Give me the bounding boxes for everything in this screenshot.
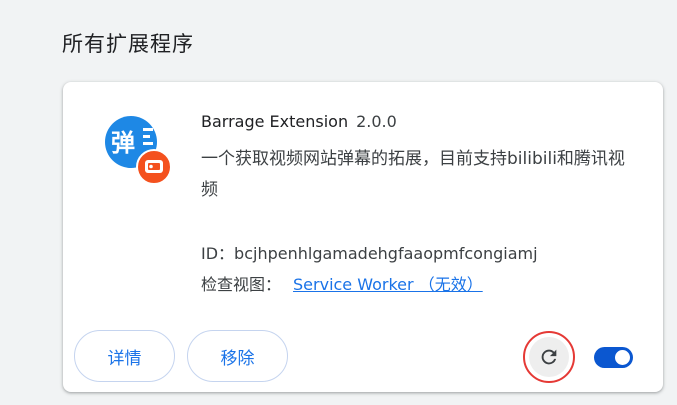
extension-version: 2.0.0 bbox=[356, 112, 397, 131]
reload-icon bbox=[541, 349, 557, 365]
service-worker-link[interactable]: Service Worker （无效） bbox=[293, 275, 483, 294]
extension-id-label: ID： bbox=[201, 244, 235, 263]
extension-name: Barrage Extension bbox=[201, 112, 349, 131]
reload-button[interactable] bbox=[529, 337, 569, 377]
extension-name-row: Barrage Extension 2.0.0 bbox=[201, 112, 397, 131]
reload-highlight bbox=[523, 331, 575, 383]
inspect-views-row: 检查视图： Service Worker （无效） bbox=[201, 271, 483, 295]
details-button[interactable]: 详情 bbox=[74, 330, 175, 382]
remove-button[interactable]: 移除 bbox=[187, 330, 288, 382]
extension-id-value: bcjhpenhlgamadehgfaaopmfcongiamj bbox=[234, 244, 538, 263]
extension-description: 一个获取视频网站弹幕的拓展，目前支持bilibili和腾讯视频 bbox=[201, 149, 625, 200]
extension-card: 弹 Barrage Extension 2.0.0 一个获取视频网站弹幕的拓展，目… bbox=[63, 82, 663, 392]
section-title: 所有扩展程序 bbox=[62, 32, 194, 56]
enable-toggle[interactable] bbox=[594, 347, 633, 368]
extension-icon-glyph: 弹 bbox=[111, 129, 135, 157]
extensions-page: 所有扩展程序 弹 Barrage Extension 2.0.0 一个获取视频网站… bbox=[0, 0, 677, 405]
inspect-views-label: 检查视图： bbox=[201, 275, 282, 294]
extension-id-row: ID：bcjhpenhlgamadehgfaaopmfcongiamj bbox=[201, 240, 538, 264]
toggle-knob bbox=[615, 350, 630, 365]
extension-icon: 弹 bbox=[105, 116, 171, 185]
